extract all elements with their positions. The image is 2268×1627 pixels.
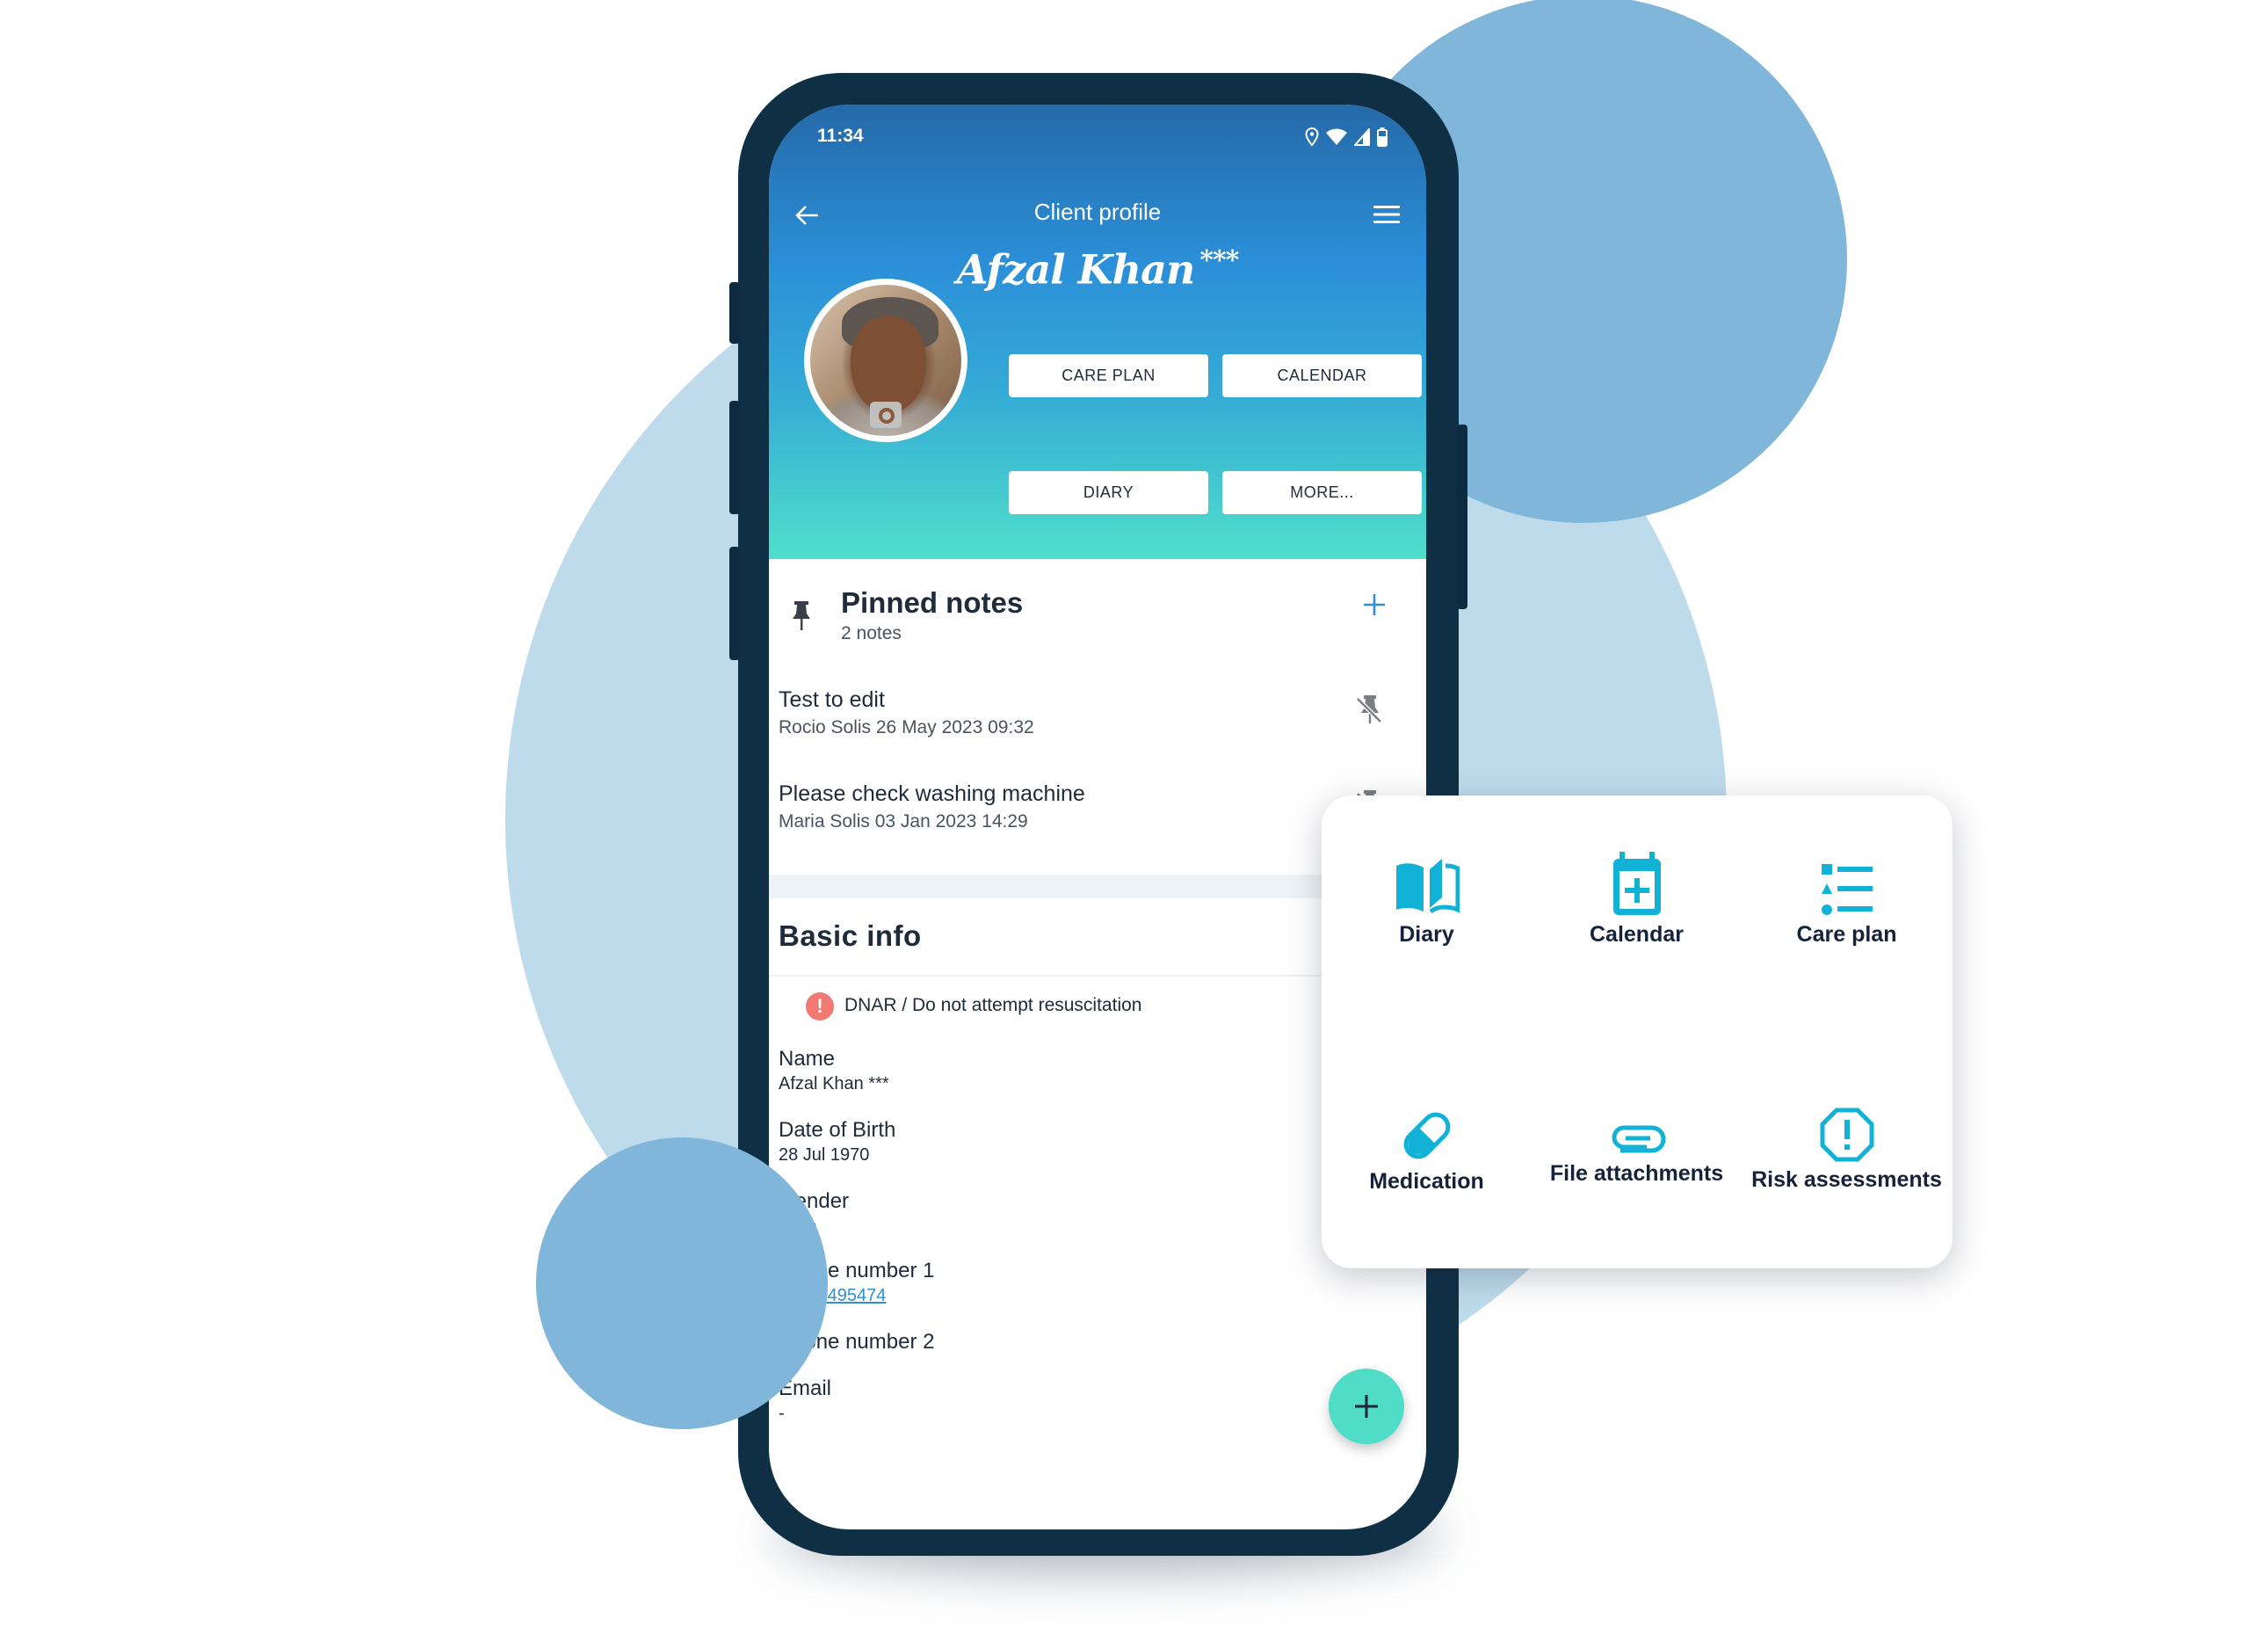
wifi-icon bbox=[1326, 128, 1347, 150]
quick-menu-medication[interactable]: Medication bbox=[1322, 1108, 1532, 1195]
pinned-notes-count: 2 notes bbox=[841, 623, 902, 643]
pinned-notes-title: Pinned notes bbox=[841, 586, 1024, 619]
care-plan-button[interactable]: CARE PLAN bbox=[1009, 354, 1208, 397]
quick-menu-label: Calendar bbox=[1590, 922, 1684, 947]
note-meta: Rocio Solis 26 May 2023 09:32 bbox=[779, 717, 1034, 737]
field-label-name: Name bbox=[779, 1047, 836, 1071]
quick-menu-care-plan[interactable]: Care plan bbox=[1742, 864, 1952, 948]
quick-menu-calendar[interactable]: Calendar bbox=[1532, 852, 1742, 948]
phone-volume-up-button bbox=[729, 401, 740, 514]
quick-menu-label: Care plan bbox=[1796, 922, 1897, 947]
field-label-dob: Date of Birth bbox=[779, 1118, 896, 1142]
dnar-alert-text: DNAR / Do not attempt resuscitation bbox=[844, 995, 1142, 1015]
basic-info-title: Basic info bbox=[779, 919, 922, 952]
pin-icon bbox=[792, 601, 811, 636]
octagon-alert-icon bbox=[1820, 1108, 1873, 1162]
field-value-dob: 28 Jul 1970 bbox=[779, 1145, 870, 1165]
field-value-name: Afzal Khan *** bbox=[779, 1074, 889, 1093]
field-value-email: - bbox=[779, 1404, 785, 1423]
quick-menu-diary[interactable]: Diary bbox=[1322, 859, 1532, 948]
status-time: 11:34 bbox=[817, 126, 864, 146]
signal-icon bbox=[1352, 127, 1370, 150]
status-icons bbox=[1305, 127, 1388, 151]
quick-menu-label: Medication bbox=[1369, 1169, 1484, 1194]
plus-icon bbox=[1355, 1395, 1378, 1418]
book-icon bbox=[1395, 859, 1460, 914]
more-button[interactable]: MORE... bbox=[1222, 471, 1422, 514]
client-avatar[interactable] bbox=[804, 279, 967, 442]
note-title: Please check washing machine bbox=[779, 781, 1085, 806]
hamburger-menu-icon[interactable] bbox=[1373, 204, 1400, 225]
diary-button[interactable]: DIARY bbox=[1009, 471, 1208, 514]
quick-menu-card: Diary Calendar Care plan Medication File… bbox=[1322, 795, 1953, 1268]
battery-icon bbox=[1377, 127, 1388, 151]
note-meta: Maria Solis 03 Jan 2023 14:29 bbox=[779, 811, 1028, 832]
client-name-text: Afzal Khan bbox=[956, 245, 1196, 294]
quick-menu-risk-assessments[interactable]: Risk assessments bbox=[1742, 1108, 1952, 1193]
pill-icon bbox=[1403, 1112, 1450, 1159]
quick-menu-label: Risk assessments bbox=[1751, 1167, 1942, 1192]
quick-menu-label: File attachments bbox=[1549, 1161, 1724, 1186]
phone-side-button bbox=[729, 282, 740, 344]
profile-header: 11:34 Client profile Afzal Khan *** CARE… bbox=[769, 105, 1426, 559]
camera-icon[interactable] bbox=[870, 402, 902, 428]
client-name-suffix: *** bbox=[1199, 245, 1239, 276]
alert-icon: ! bbox=[806, 992, 834, 1021]
phone-volume-down-button bbox=[729, 547, 740, 660]
note-title: Test to edit bbox=[779, 687, 885, 712]
quick-menu-file-attachments[interactable]: File attachments bbox=[1532, 1121, 1742, 1187]
add-note-plus-icon[interactable] bbox=[1363, 593, 1386, 621]
quick-menu-label: Diary bbox=[1399, 922, 1454, 947]
avatar-face bbox=[851, 316, 926, 413]
location-icon bbox=[1305, 127, 1319, 151]
screen-title: Client profile bbox=[1033, 199, 1162, 225]
phone-power-button bbox=[1457, 425, 1467, 609]
calendar-plus-icon bbox=[1612, 852, 1661, 915]
add-fab-button[interactable] bbox=[1329, 1369, 1404, 1444]
unpin-icon[interactable] bbox=[1356, 695, 1382, 730]
paperclip-icon bbox=[1612, 1125, 1665, 1153]
calendar-button[interactable]: CALENDAR bbox=[1222, 354, 1422, 397]
background-circle-small bbox=[536, 1137, 828, 1429]
list-shapes-icon bbox=[1821, 864, 1873, 915]
